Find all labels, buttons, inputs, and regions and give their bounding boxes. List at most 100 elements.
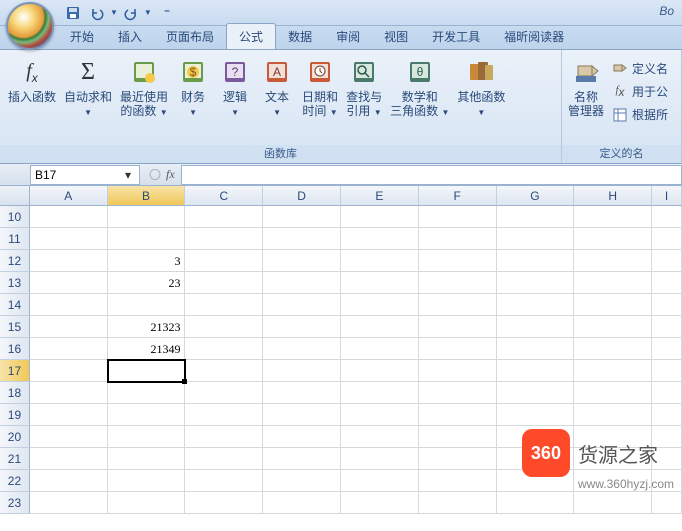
cell-A14[interactable] <box>30 294 108 316</box>
cell-F23[interactable] <box>419 492 497 514</box>
cell-I21[interactable] <box>652 448 682 470</box>
cell-C11[interactable] <box>185 228 263 250</box>
financial-button[interactable]: $ 财务▼ <box>172 54 214 122</box>
cell-F17[interactable] <box>419 360 497 382</box>
cell-I14[interactable] <box>652 294 682 316</box>
cell-C21[interactable] <box>185 448 263 470</box>
cell-E22[interactable] <box>341 470 419 492</box>
row-header[interactable]: 16 <box>0 338 30 360</box>
lookup-button[interactable]: 查找与 引用 ▼ <box>342 54 386 122</box>
cell-B11[interactable] <box>108 228 186 250</box>
datetime-button[interactable]: 日期和 时间 ▼ <box>298 54 342 122</box>
tab-data[interactable]: 数据 <box>276 24 324 49</box>
cell-E21[interactable] <box>341 448 419 470</box>
cell-D16[interactable] <box>263 338 341 360</box>
text-button[interactable]: A 文本▼ <box>256 54 298 122</box>
cell-B17[interactable] <box>108 360 186 382</box>
cell-A12[interactable] <box>30 250 108 272</box>
cell-A10[interactable] <box>30 206 108 228</box>
save-button[interactable] <box>62 3 84 23</box>
cell-C10[interactable] <box>185 206 263 228</box>
col-header-F[interactable]: F <box>419 186 497 205</box>
row-header[interactable]: 17 <box>0 360 30 382</box>
cell-I18[interactable] <box>652 382 682 404</box>
row-header[interactable]: 23 <box>0 492 30 514</box>
cell-A19[interactable] <box>30 404 108 426</box>
cell-A22[interactable] <box>30 470 108 492</box>
cell-G16[interactable] <box>497 338 575 360</box>
col-header-G[interactable]: G <box>497 186 575 205</box>
cell-D23[interactable] <box>263 492 341 514</box>
row-header[interactable]: 12 <box>0 250 30 272</box>
name-box-dropdown-icon[interactable]: ▾ <box>121 168 135 182</box>
cell-G10[interactable] <box>497 206 575 228</box>
cell-D20[interactable] <box>263 426 341 448</box>
row-header[interactable]: 13 <box>0 272 30 294</box>
col-header-C[interactable]: C <box>185 186 263 205</box>
cell-B13[interactable]: 23 <box>108 272 186 294</box>
cell-G17[interactable] <box>497 360 575 382</box>
col-header-E[interactable]: E <box>341 186 419 205</box>
col-header-H[interactable]: H <box>574 186 652 205</box>
name-manager-button[interactable]: 名称 管理器 <box>564 54 608 120</box>
cell-A13[interactable] <box>30 272 108 294</box>
cell-G20[interactable] <box>497 426 575 448</box>
tab-view[interactable]: 视图 <box>372 24 420 49</box>
cell-D18[interactable] <box>263 382 341 404</box>
cell-D22[interactable] <box>263 470 341 492</box>
cell-F19[interactable] <box>419 404 497 426</box>
cell-I13[interactable] <box>652 272 682 294</box>
cell-H23[interactable] <box>574 492 652 514</box>
row-header[interactable]: 14 <box>0 294 30 316</box>
row-header[interactable]: 10 <box>0 206 30 228</box>
cell-D10[interactable] <box>263 206 341 228</box>
row-header[interactable]: 18 <box>0 382 30 404</box>
cell-F18[interactable] <box>419 382 497 404</box>
cell-H20[interactable] <box>574 426 652 448</box>
cell-C22[interactable] <box>185 470 263 492</box>
cell-I10[interactable] <box>652 206 682 228</box>
use-in-formula-button[interactable]: fx 用于公 <box>608 81 672 102</box>
cell-H16[interactable] <box>574 338 652 360</box>
cell-H12[interactable] <box>574 250 652 272</box>
tab-foxit[interactable]: 福昕阅读器 <box>492 24 576 49</box>
insert-function-button[interactable]: fx 插入函数 <box>4 54 60 106</box>
cell-F22[interactable] <box>419 470 497 492</box>
tab-page-layout[interactable]: 页面布局 <box>154 24 226 49</box>
cell-B22[interactable] <box>108 470 186 492</box>
qat-customize-icon[interactable]: ⁼ <box>160 6 174 20</box>
cell-H14[interactable] <box>574 294 652 316</box>
cell-B19[interactable] <box>108 404 186 426</box>
office-button[interactable] <box>6 2 54 50</box>
tab-home[interactable]: 开始 <box>58 24 106 49</box>
cell-F16[interactable] <box>419 338 497 360</box>
cell-B18[interactable] <box>108 382 186 404</box>
cell-C12[interactable] <box>185 250 263 272</box>
cell-B16[interactable]: 21349 <box>108 338 186 360</box>
cell-H19[interactable] <box>574 404 652 426</box>
cell-B12[interactable]: 3 <box>108 250 186 272</box>
cell-A15[interactable] <box>30 316 108 338</box>
cell-G11[interactable] <box>497 228 575 250</box>
cell-D14[interactable] <box>263 294 341 316</box>
select-all-corner[interactable] <box>0 186 30 205</box>
cell-G13[interactable] <box>497 272 575 294</box>
cell-I22[interactable] <box>652 470 682 492</box>
cell-A20[interactable] <box>30 426 108 448</box>
tab-insert[interactable]: 插入 <box>106 24 154 49</box>
cell-G15[interactable] <box>497 316 575 338</box>
cell-E15[interactable] <box>341 316 419 338</box>
cell-C14[interactable] <box>185 294 263 316</box>
cell-H10[interactable] <box>574 206 652 228</box>
cell-A17[interactable] <box>30 360 108 382</box>
cell-H13[interactable] <box>574 272 652 294</box>
cell-I19[interactable] <box>652 404 682 426</box>
col-header-D[interactable]: D <box>263 186 341 205</box>
cell-G22[interactable] <box>497 470 575 492</box>
col-header-A[interactable]: A <box>30 186 108 205</box>
cell-I15[interactable] <box>652 316 682 338</box>
tab-developer[interactable]: 开发工具 <box>420 24 492 49</box>
cell-D11[interactable] <box>263 228 341 250</box>
row-header[interactable]: 11 <box>0 228 30 250</box>
tab-formulas[interactable]: 公式 <box>226 23 276 49</box>
